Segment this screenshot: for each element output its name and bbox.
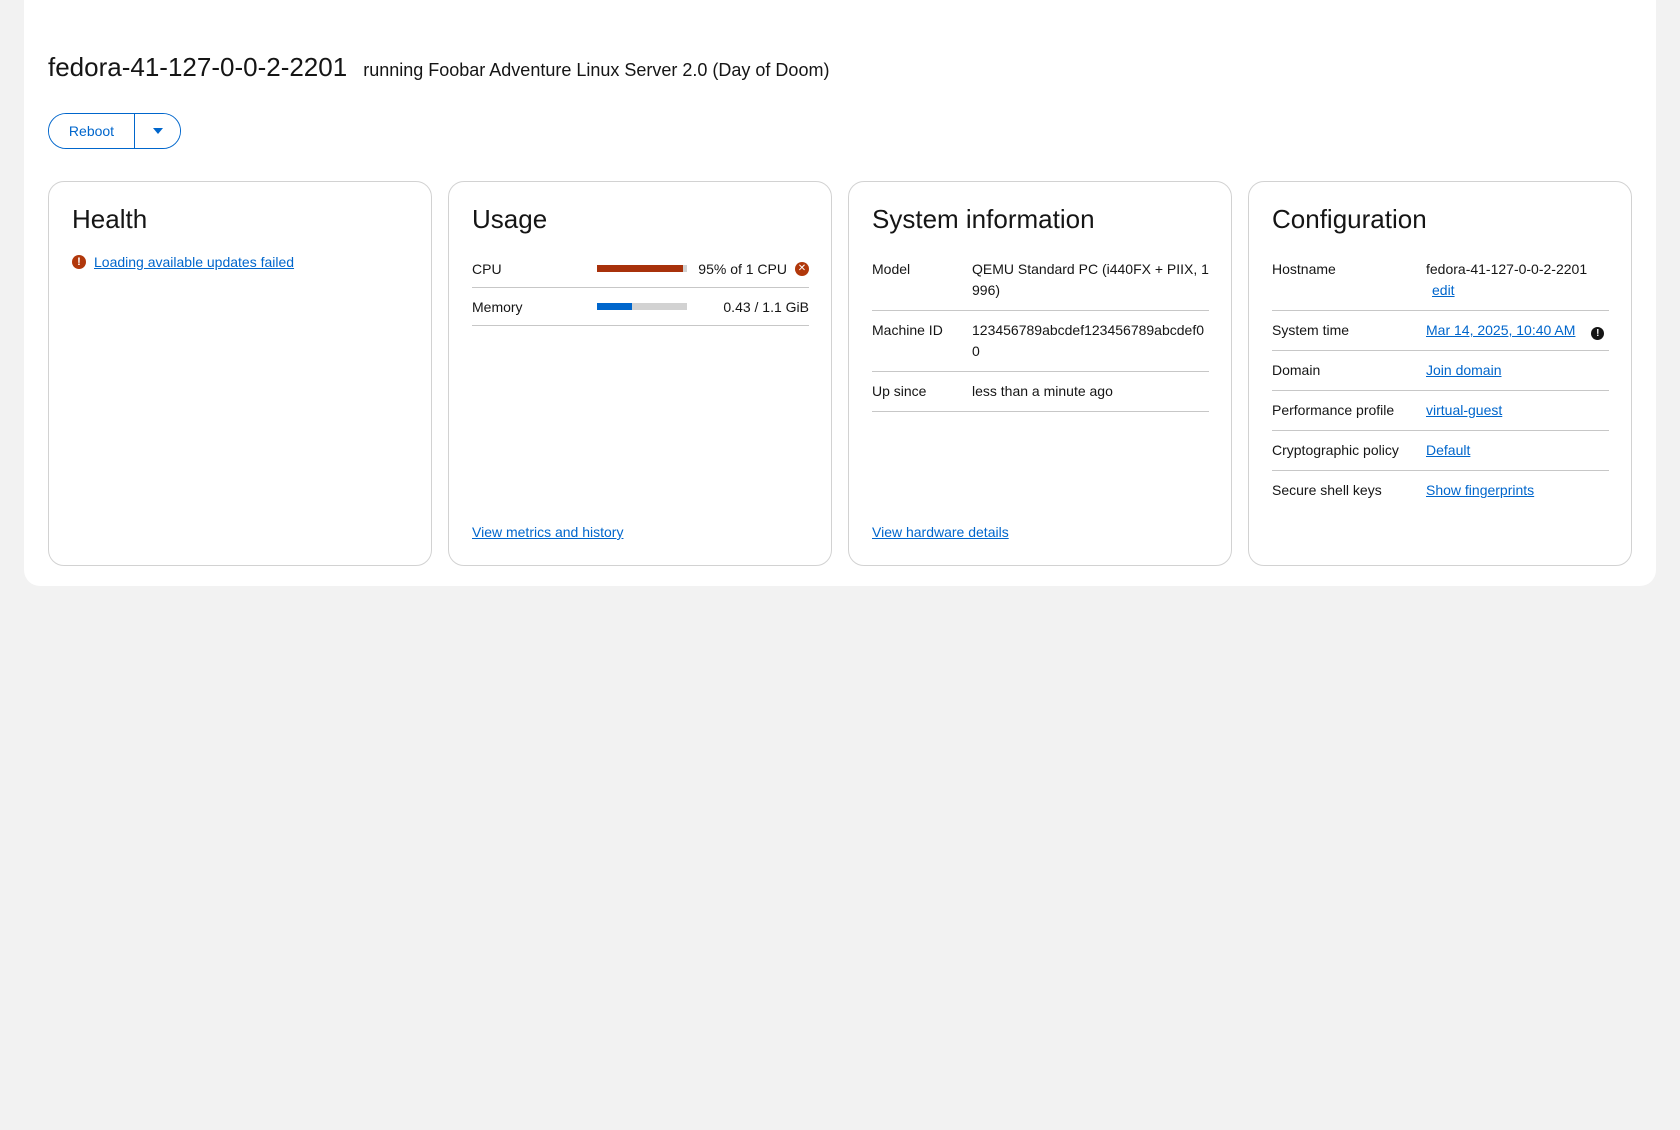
hostname-value: fedora-41-127-0-0-2-2201 [1426, 261, 1588, 277]
up-since-row: Up since less than a minute ago [872, 372, 1209, 412]
performance-profile-row: Performance profile virtual-guest [1272, 391, 1609, 431]
configuration-title: Configuration [1272, 204, 1427, 234]
hostname-row: Hostname fedora-41-127-0-0-2-2201 edit [1272, 250, 1609, 311]
up-since-value: less than a minute ago [972, 383, 1113, 399]
error-icon: ! [72, 255, 86, 269]
machine-id-key: Machine ID [872, 322, 943, 338]
machine-id-value: 123456789abcdef123456789abcdef00 [972, 322, 1205, 359]
crypto-policy-key: Cryptographic policy [1272, 442, 1399, 458]
show-fingerprints-link[interactable]: Show fingerprints [1426, 482, 1534, 498]
power-options-toggle[interactable] [135, 114, 180, 148]
domain-cell: Join domain [1426, 360, 1609, 381]
system-time-key: System time [1272, 322, 1350, 338]
domain-key: Domain [1272, 362, 1321, 378]
page-header: fedora-41-127-0-0-2-2201 running Foobar … [48, 52, 829, 83]
edit-hostname-link[interactable]: edit [1432, 282, 1455, 298]
cpu-usage-bar [597, 265, 687, 272]
hostname-value-cell: fedora-41-127-0-0-2-2201 edit [1426, 259, 1609, 301]
model-row: Model QEMU Standard PC (i440FX + PIIX, 1… [872, 250, 1209, 311]
cpu-usage-value: 95% of 1 CPU ✕ [687, 261, 809, 277]
configuration-table: Hostname fedora-41-127-0-0-2-2201 edit S… [1272, 250, 1609, 510]
memory-label: Memory [472, 298, 523, 315]
caret-down-icon [152, 128, 163, 134]
system-information-title: System information [872, 204, 1095, 234]
crypto-policy-cell: Default [1426, 440, 1609, 461]
os-subtitle: running Foobar Adventure Linux Server 2.… [363, 60, 830, 80]
performance-profile-cell: virtual-guest [1426, 400, 1609, 421]
up-since-key: Up since [872, 383, 927, 399]
join-domain-link[interactable]: Join domain [1426, 362, 1502, 378]
memory-usage-bar-fill [597, 303, 633, 310]
performance-profile-link[interactable]: virtual-guest [1426, 400, 1502, 421]
system-information-table: Model QEMU Standard PC (i440FX + PIIX, 1… [872, 250, 1209, 412]
overview-page: fedora-41-127-0-0-2-2201 running Foobar … [24, 0, 1656, 586]
usage-card: Usage CPU 95% of 1 CPU ✕ Memory 0.43 / 1… [448, 181, 832, 566]
hostname-title: fedora-41-127-0-0-2-2201 [48, 52, 348, 82]
cpu-label: CPU [472, 260, 502, 277]
cpu-usage-row: CPU 95% of 1 CPU ✕ [472, 250, 809, 288]
error-circle-icon: ✕ [795, 261, 809, 276]
configuration-card: Configuration Hostname fedora-41-127-0-0… [1248, 181, 1632, 566]
reboot-split-button: Reboot [48, 113, 181, 149]
machine-id-row: Machine ID 123456789abcdef123456789abcde… [872, 311, 1209, 372]
system-time-row: System time Mar 14, 2025, 10:40 AM ! [1272, 311, 1609, 351]
usage-table: CPU 95% of 1 CPU ✕ Memory 0.43 / 1.1 GiB [472, 250, 809, 326]
performance-profile-key: Performance profile [1272, 402, 1395, 418]
crypto-policy-link[interactable]: Default [1426, 440, 1470, 461]
health-card: Health ! Loading available updates faile… [48, 181, 432, 566]
updates-failed-link[interactable]: Loading available updates failed [94, 254, 294, 270]
info-icon[interactable]: ! [1591, 327, 1605, 340]
ssh-keys-key: Secure shell keys [1272, 482, 1382, 498]
memory-usage-value: 0.43 / 1.1 GiB [723, 298, 809, 315]
health-card-title: Health [72, 204, 148, 234]
hostname-key: Hostname [1272, 261, 1336, 277]
reboot-button[interactable]: Reboot [49, 114, 135, 148]
cpu-usage-bar-fill [597, 265, 683, 272]
view-metrics-link[interactable]: View metrics and history [472, 524, 623, 540]
domain-row: Domain Join domain [1272, 351, 1609, 391]
system-time-link[interactable]: Mar 14, 2025, 10:40 AM [1426, 322, 1575, 338]
crypto-policy-row: Cryptographic policy Default [1272, 431, 1609, 471]
system-information-card: System information Model QEMU Standard P… [848, 181, 1232, 566]
model-value: QEMU Standard PC (i440FX + PIIX, 1996) [972, 261, 1209, 298]
cpu-value-text: 95% of 1 CPU [698, 260, 787, 277]
ssh-keys-cell: Show fingerprints [1426, 480, 1609, 501]
model-key: Model [872, 261, 911, 277]
memory-usage-row: Memory 0.43 / 1.1 GiB [472, 288, 809, 326]
system-time-cell: Mar 14, 2025, 10:40 AM ! [1426, 320, 1609, 341]
memory-usage-bar [597, 303, 687, 310]
ssh-keys-row: Secure shell keys Show fingerprints [1272, 471, 1609, 510]
view-hardware-details-link[interactable]: View hardware details [872, 524, 1009, 540]
health-alert: ! Loading available updates failed [72, 254, 294, 270]
usage-card-title: Usage [472, 204, 548, 234]
